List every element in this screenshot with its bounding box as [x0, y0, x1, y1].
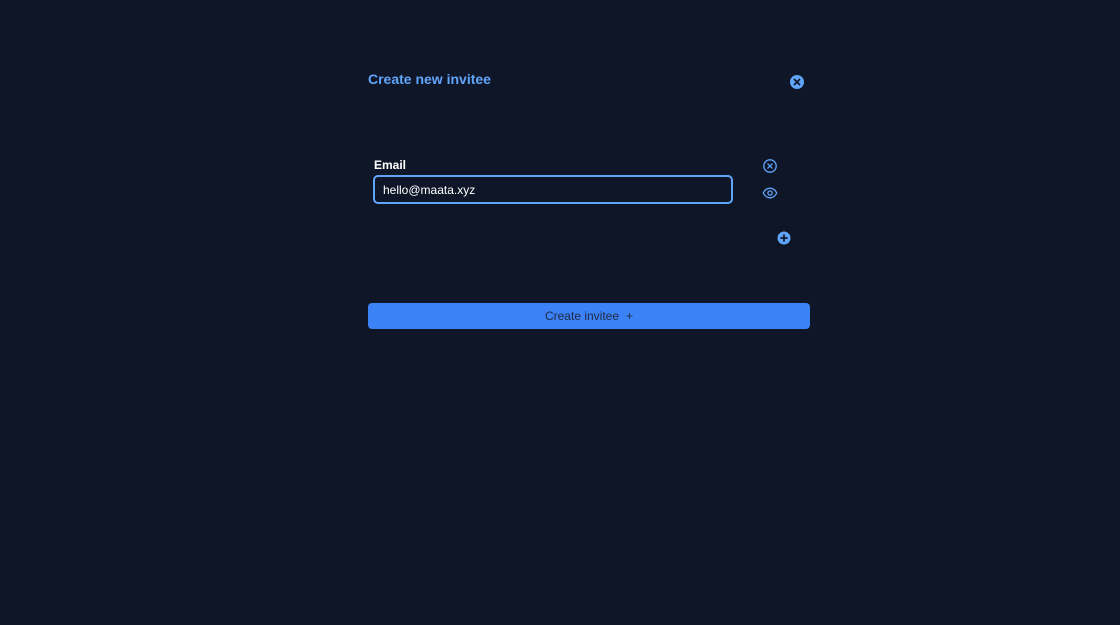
create-invitee-button[interactable]: Create invitee +	[368, 303, 810, 329]
invitee-page: Create new invitee Email Create invitee …	[0, 0, 1120, 625]
plus-icon: +	[626, 309, 634, 323]
close-circle-outline-icon	[763, 159, 777, 173]
clear-email-button[interactable]	[762, 158, 778, 174]
eye-icon	[762, 187, 778, 199]
toggle-visibility-button[interactable]	[762, 185, 778, 201]
create-invitee-label: Create invitee	[544, 309, 620, 323]
email-field[interactable]	[373, 175, 733, 204]
email-label: Email	[374, 158, 407, 172]
close-circle-icon	[790, 75, 804, 89]
add-field-button[interactable]	[776, 230, 792, 246]
close-dialog-button[interactable]	[789, 74, 805, 90]
dialog-title: Create new invitee	[368, 71, 491, 87]
plus-circle-icon	[777, 231, 791, 245]
